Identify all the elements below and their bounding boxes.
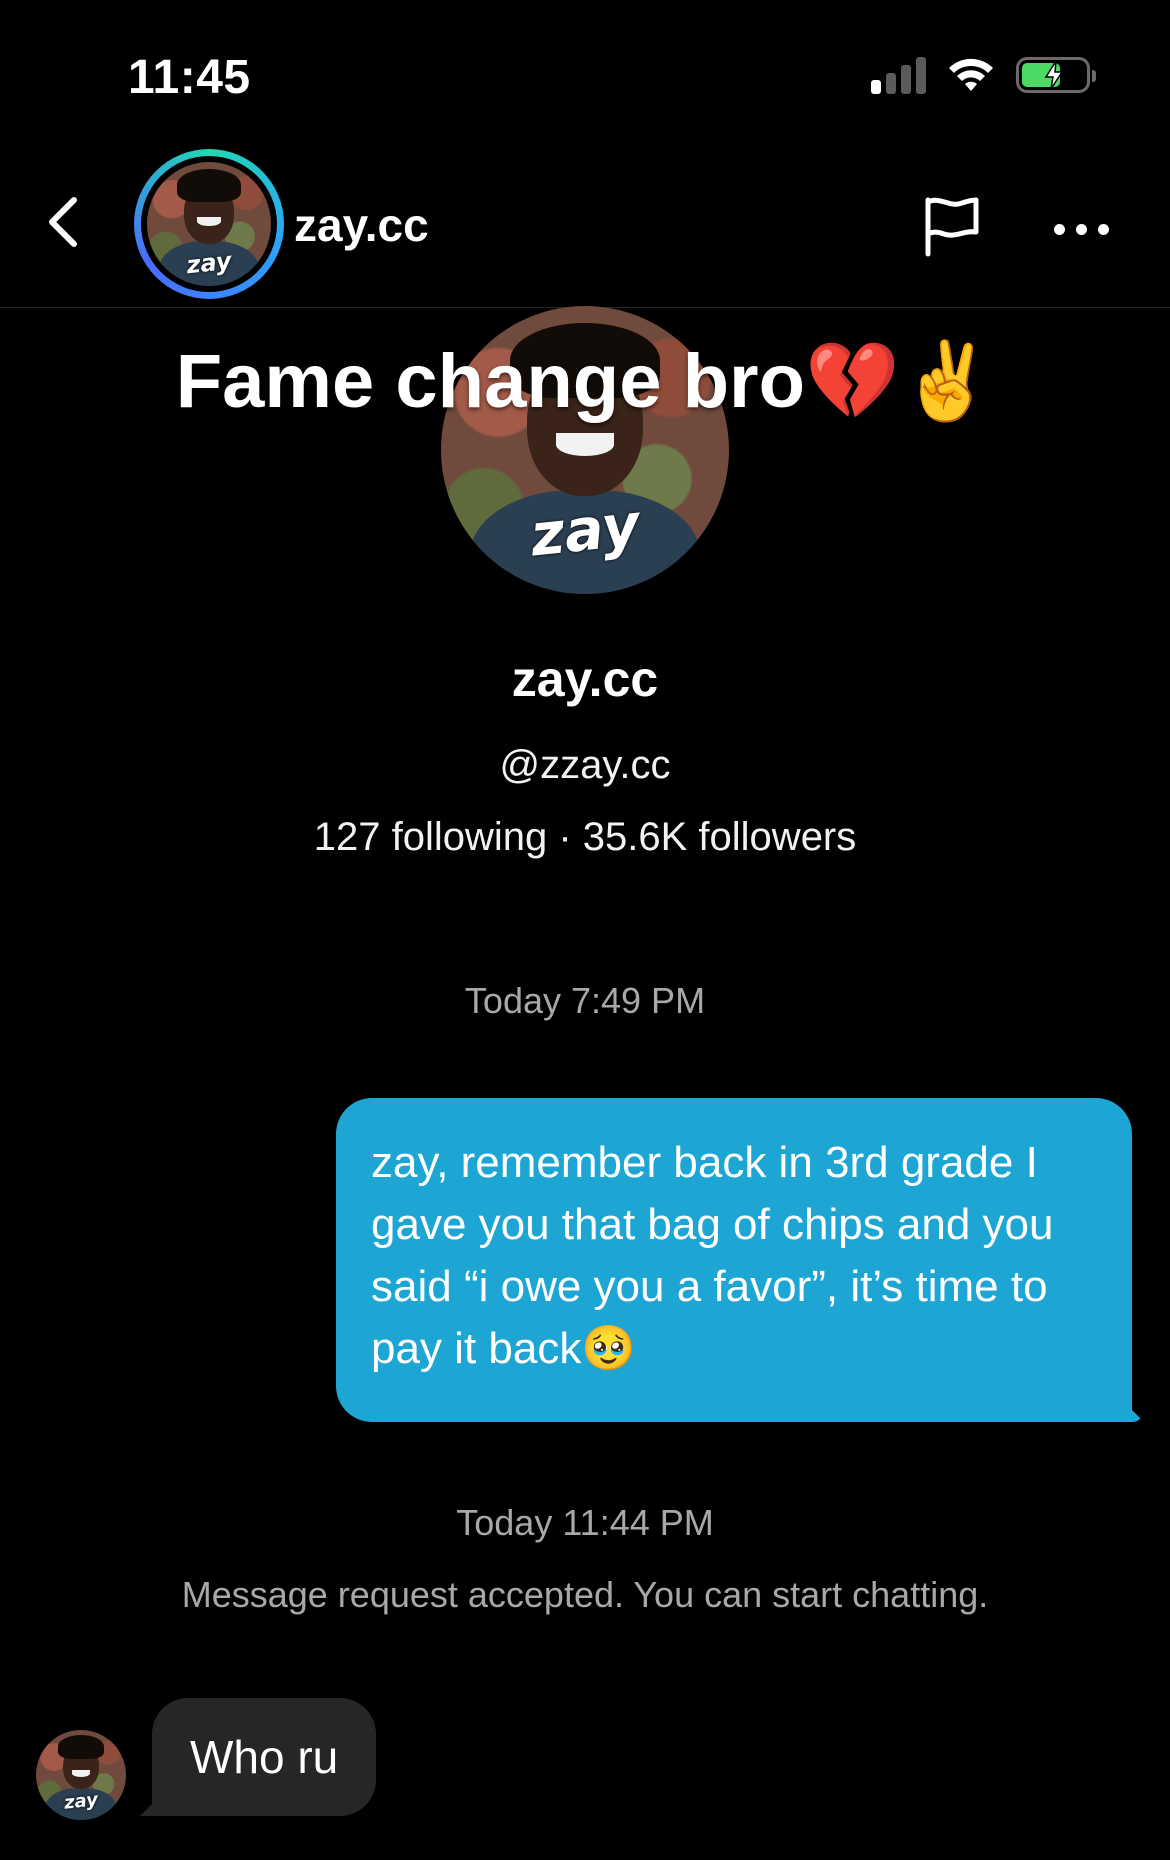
sent-message[interactable]: zay, remember back in 3rd grade I gave y… [336,1098,1132,1422]
avatar: zay [36,1730,126,1820]
status-icons [871,56,1096,94]
status-time: 11:45 [128,51,251,104]
more-horizontal-icon[interactable] [1054,214,1118,244]
received-message[interactable]: Who ru [152,1698,377,1816]
profile-handle: @zzay.cc [499,743,671,787]
system-note: Message request accepted. You can start … [181,1574,989,1615]
chat-header: zay zay.cc [0,140,1170,308]
profile-stats: 127 following · 35.6K followers [313,815,857,859]
battery-charging-icon [1016,57,1096,93]
chevron-left-icon[interactable] [40,192,90,252]
story-overlay-text: Fame change bro💔✌️ [175,339,995,424]
wifi-icon [949,58,993,91]
timestamp: Today 11:44 PM [456,1502,714,1543]
signal-icon [871,56,926,94]
header-avatar[interactable]: zay [134,149,284,299]
header-username[interactable]: zay.cc [294,198,429,252]
flag-icon[interactable] [920,194,984,258]
timestamp: Today 7:49 PM [464,980,706,1021]
profile-name: zay.cc [511,651,659,707]
avatar: zay [147,162,271,286]
received-avatar[interactable]: zay [36,1730,126,1820]
